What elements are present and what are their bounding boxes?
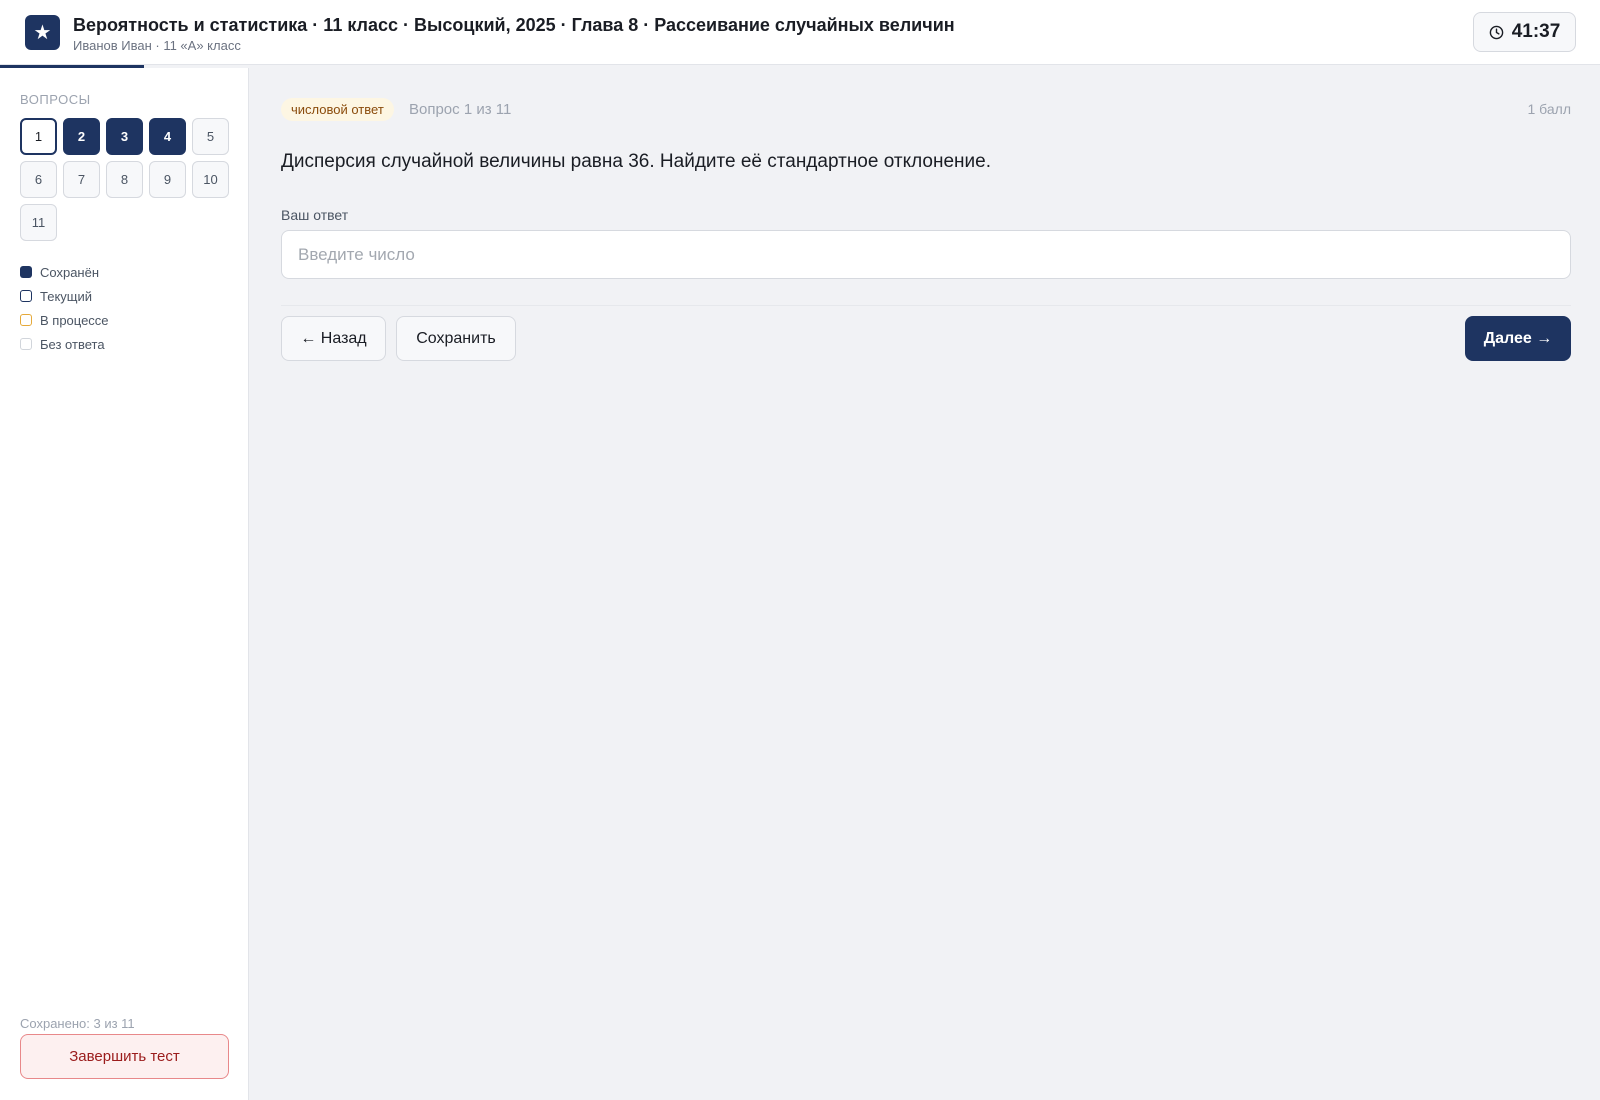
legend-in-progress-label: В процессе (40, 312, 109, 328)
legend-saved: Сохранён (20, 260, 109, 284)
answer-input[interactable] (281, 230, 1571, 279)
question-nav-1[interactable]: 1 (20, 118, 57, 155)
status-legend: Сохранён Текущий В процессе Без ответа (20, 260, 109, 356)
sidebar: ВОПРОСЫ 1 2 3 4 5 6 7 8 9 10 11 Сохранён Текущий В… (0, 68, 249, 1100)
back-button[interactable]: ← Назад (281, 316, 386, 361)
current-swatch (20, 290, 32, 302)
timer-value: 41:37 (1511, 21, 1561, 42)
legend-no-answer: Без ответа (20, 332, 109, 356)
next-button[interactable]: Далее → (1465, 316, 1571, 361)
legend-current-label: Текущий (40, 288, 92, 304)
saved-count: Сохранено: 3 из 11 (20, 1016, 135, 1031)
question-nav-8[interactable]: 8 (106, 161, 143, 198)
question-type-badge: числовой ответ (281, 98, 394, 121)
divider (281, 305, 1571, 306)
questions-heading: ВОПРОСЫ (20, 92, 91, 107)
save-button[interactable]: Сохранить (396, 316, 516, 361)
question-nav-4[interactable]: 4 (149, 118, 186, 155)
question-nav-6[interactable]: 6 (20, 161, 57, 198)
timer: 41:37 (1473, 12, 1576, 52)
legend-in-progress: В процессе (20, 308, 109, 332)
question-text: Дисперсия случайной величины равна 36. Н… (281, 151, 991, 172)
in-progress-swatch (20, 314, 32, 326)
question-nav-2[interactable]: 2 (63, 118, 100, 155)
legend-no-answer-label: Без ответа (40, 336, 105, 352)
question-nav-7[interactable]: 7 (63, 161, 100, 198)
question-nav-10[interactable]: 10 (192, 161, 229, 198)
clock-icon (1489, 25, 1503, 39)
question-nav-11[interactable]: 11 (20, 204, 57, 241)
top-bar: ★ Вероятность и статистика · 11 класс · … (0, 0, 1600, 65)
no-answer-swatch (20, 338, 32, 350)
legend-saved-label: Сохранён (40, 264, 100, 280)
question-navigator: 1 2 3 4 5 6 7 8 9 10 11 (20, 118, 230, 241)
page-title: Вероятность и статистика · 11 класс · Вы… (73, 15, 955, 35)
star-icon: ★ (25, 15, 60, 50)
legend-current: Текущий (20, 284, 109, 308)
student-info: Иванов Иван · 11 «А» класс (73, 38, 241, 53)
finish-test-button[interactable]: Завершить тест (20, 1034, 229, 1079)
question-number: Вопрос 1 из 11 (409, 101, 512, 118)
question-nav-3[interactable]: 3 (106, 118, 143, 155)
saved-swatch (20, 266, 32, 278)
answer-label: Ваш ответ (281, 207, 349, 223)
question-nav-5[interactable]: 5 (192, 118, 229, 155)
question-nav-9[interactable]: 9 (149, 161, 186, 198)
question-points: 1 балл (1527, 101, 1572, 117)
